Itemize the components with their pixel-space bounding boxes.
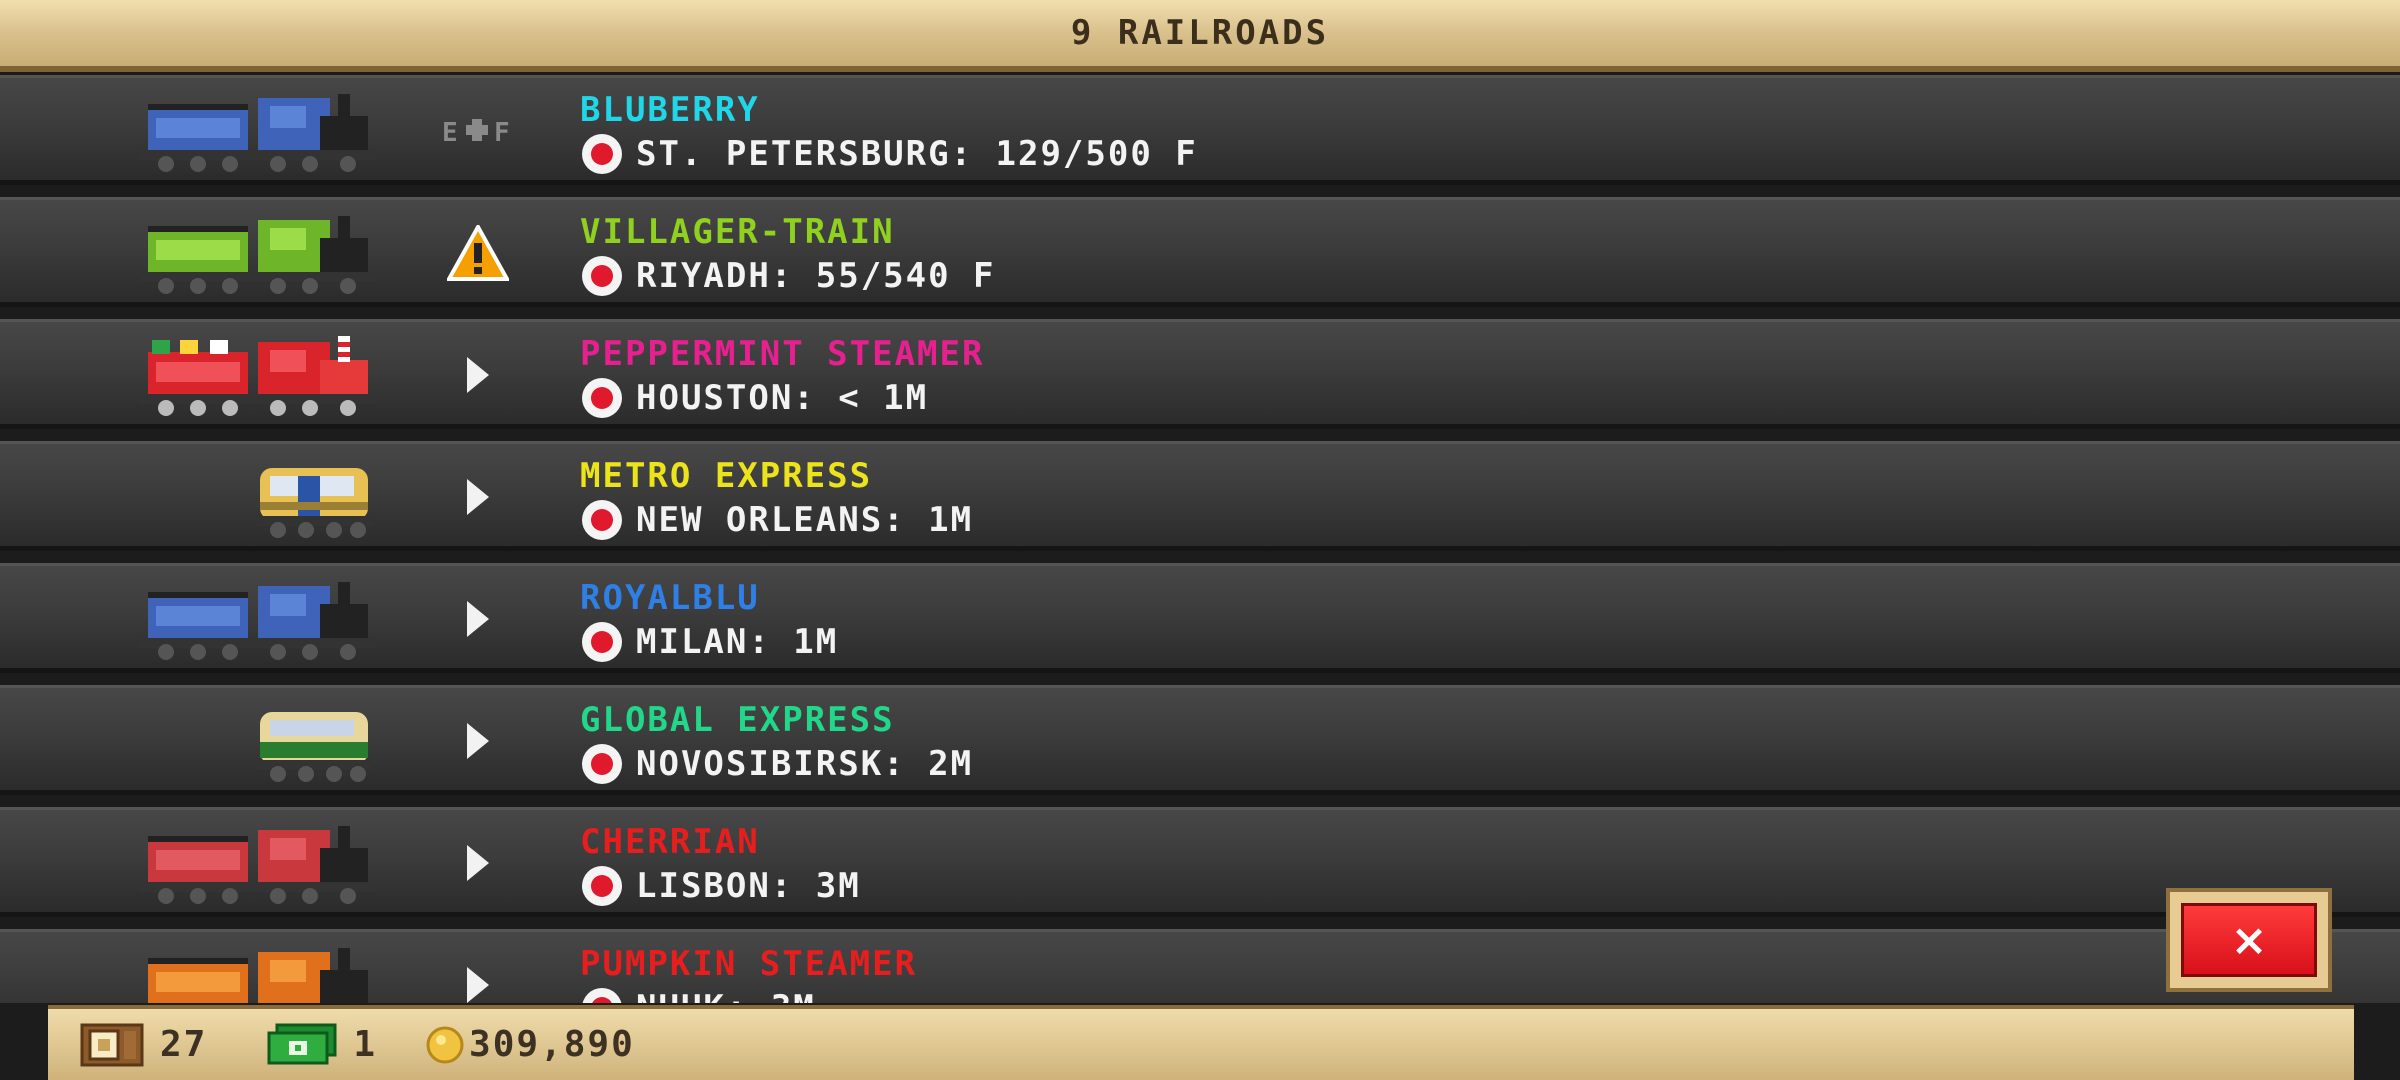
destination-pin-icon: [582, 866, 622, 906]
destination: ST. PETERSBURG: 129/500 F: [582, 134, 1198, 174]
destination-pin-icon: [582, 378, 622, 418]
play-icon[interactable]: [440, 950, 516, 1003]
blue-steam-train-icon: [140, 94, 376, 172]
cash-count: 1: [353, 1024, 378, 1065]
railroad-name: PUMPKIN STEAMER: [580, 944, 918, 984]
railroad-name: BLUBERRY: [580, 90, 760, 130]
railroad-name: CHERRIAN: [580, 822, 760, 862]
railroad-name: ROYALBLU: [580, 578, 760, 618]
play-icon[interactable]: [440, 340, 516, 410]
crate-icon: [80, 1023, 144, 1066]
destination: MILAN: 1M: [582, 622, 838, 662]
railroad-row[interactable]: VILLAGER-TRAIN RIYADH: 55/540 F: [0, 197, 2400, 307]
railroad-list[interactable]: EF BLUBERRY ST. PETERSBURG: 129/500 F VI…: [0, 75, 2400, 1003]
destination-pin-icon: [582, 744, 622, 784]
railroad-row[interactable]: PEPPERMINT STEAMER HOUSTON: < 1M: [0, 319, 2400, 429]
destination-text: NOVOSIBIRSK: 2M: [636, 744, 974, 784]
destination-pin-icon: [582, 622, 622, 662]
red-steam-train-icon: [140, 826, 376, 904]
svg-text:F: F: [494, 118, 510, 148]
railroad-name: PEPPERMINT STEAMER: [580, 334, 985, 374]
play-icon[interactable]: [440, 584, 516, 654]
destination-text: MILAN: 1M: [636, 622, 839, 662]
railroad-name: GLOBAL EXPRESS: [580, 700, 895, 740]
destination: NOVOSIBIRSK: 2M: [582, 744, 973, 784]
ef-status-icon: EF: [440, 96, 516, 166]
coins-counter: 309,890: [425, 1024, 635, 1065]
destination: HOUSTON: < 1M: [582, 378, 928, 418]
header-title: 9 RAILROADS: [1070, 13, 1330, 53]
crates-counter: 27: [80, 1023, 207, 1067]
destination-text: NUUK: 3M: [636, 988, 816, 1003]
destination-pin-icon: [582, 988, 622, 1003]
play-icon[interactable]: [440, 462, 516, 532]
global-express-train-icon: [256, 712, 372, 782]
cash-counter: 1: [267, 1023, 377, 1067]
railroad-row[interactable]: CHERRIAN LISBON: 3M: [0, 807, 2400, 917]
coins-count: 309,890: [469, 1024, 635, 1065]
destination: RIYADH: 55/540 F: [582, 256, 996, 296]
destination-pin-icon: [582, 500, 622, 540]
destination-pin-icon: [582, 134, 622, 174]
play-icon[interactable]: [440, 706, 516, 776]
close-icon[interactable]: ×: [2181, 903, 2317, 977]
railroad-row[interactable]: METRO EXPRESS NEW ORLEANS: 1M: [0, 441, 2400, 551]
close-button[interactable]: ×: [2166, 888, 2332, 992]
destination-text: HOUSTON: < 1M: [636, 378, 929, 418]
pumpkin-steam-train-icon: [148, 948, 368, 1003]
destination-text: ST. PETERSBURG: 129/500 F: [636, 134, 1198, 174]
railroad-row[interactable]: ROYALBLU MILAN: 1M: [0, 563, 2400, 673]
crates-count: 27: [160, 1024, 208, 1065]
destination: NEW ORLEANS: 1M: [582, 500, 973, 540]
play-icon[interactable]: [440, 828, 516, 898]
destination-pin-icon: [582, 256, 622, 296]
metro-express-train-icon: [256, 468, 372, 538]
blue-steam-train-icon: [140, 582, 376, 660]
railroad-name: VILLAGER-TRAIN: [580, 212, 895, 252]
destination-text: LISBON: 3M: [636, 866, 861, 906]
warning-icon: [440, 218, 516, 288]
destination-text: RIYADH: 55/540 F: [636, 256, 996, 296]
railroad-row[interactable]: GLOBAL EXPRESS NOVOSIBIRSK: 2M: [0, 685, 2400, 795]
destination: NUUK: 3M: [582, 988, 816, 1003]
green-steam-train-icon: [140, 216, 376, 294]
coin-icon: [426, 1026, 464, 1063]
peppermint-steam-train-icon: [140, 336, 376, 416]
railroad-name: METRO EXPRESS: [580, 456, 873, 496]
railroad-row[interactable]: EF BLUBERRY ST. PETERSBURG: 129/500 F: [0, 75, 2400, 185]
svg-text:E: E: [442, 118, 458, 148]
destination: LISBON: 3M: [582, 866, 861, 906]
header-bar: 9 RAILROADS: [0, 0, 2400, 72]
railroad-row[interactable]: PUMPKIN STEAMER NUUK: 3M: [0, 929, 2400, 1003]
resource-bar: 27 1 309,890: [48, 1005, 2354, 1080]
destination-text: NEW ORLEANS: 1M: [636, 500, 974, 540]
cash-icon: [267, 1023, 337, 1064]
